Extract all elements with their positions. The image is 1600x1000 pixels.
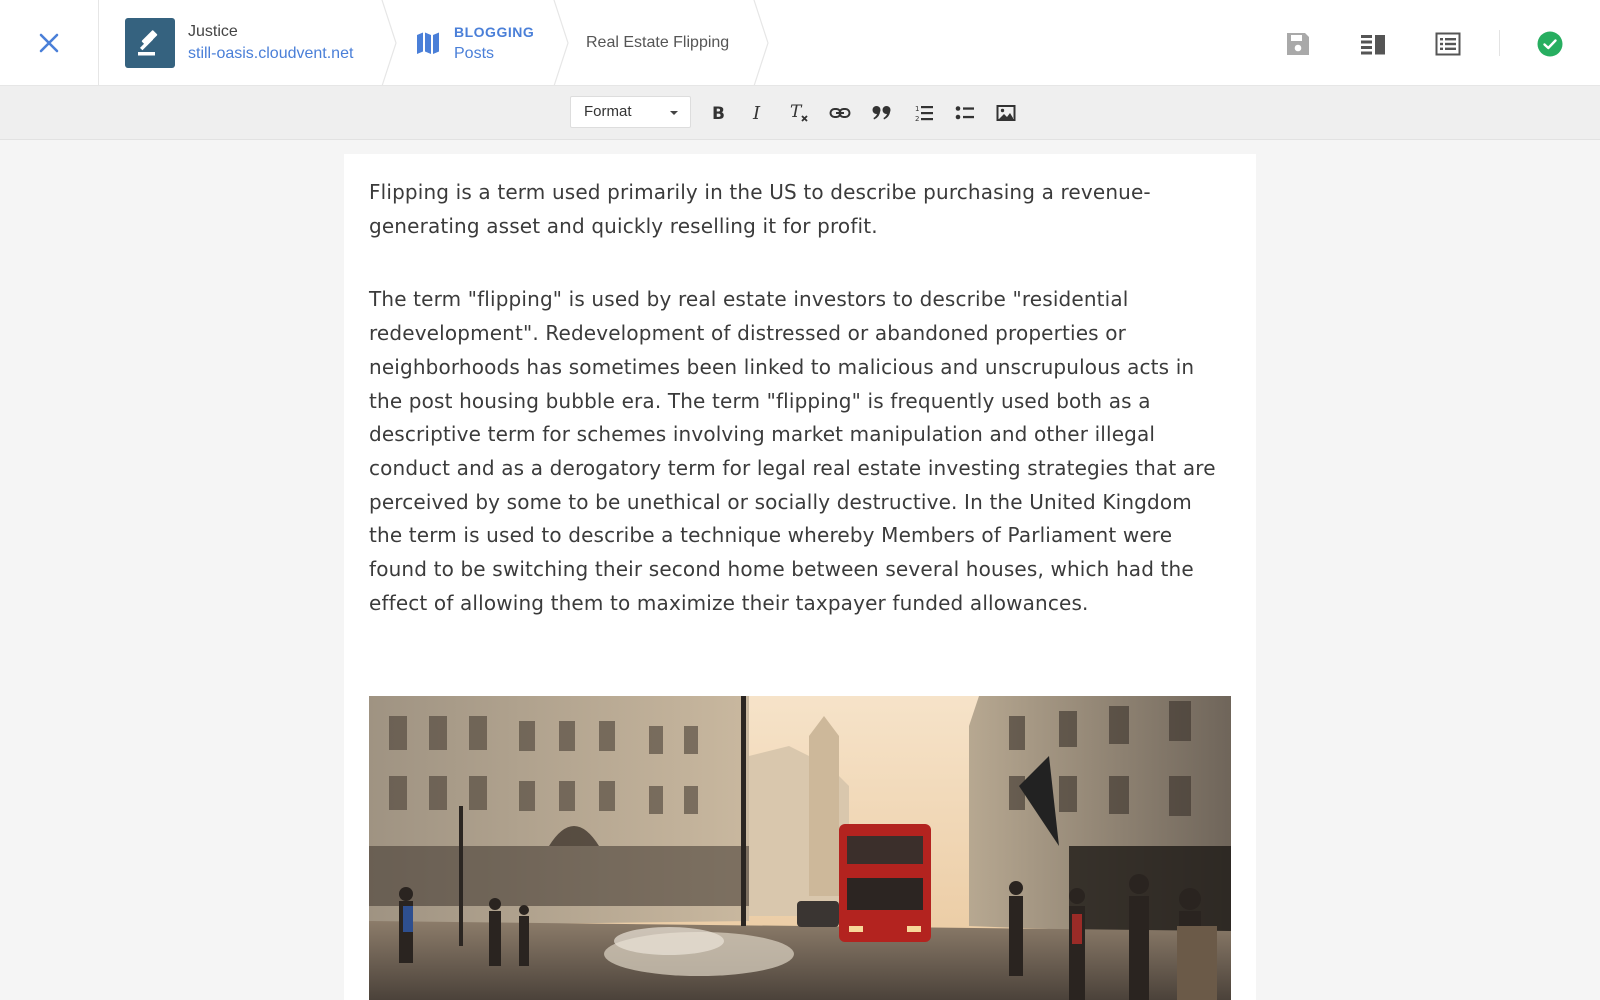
close-button[interactable] (0, 0, 99, 86)
image-icon (996, 105, 1016, 121)
split-view-icon (1361, 35, 1385, 55)
editor-canvas[interactable]: Flipping is a term used primarily in the… (344, 154, 1256, 1000)
caret-down-icon (670, 111, 678, 115)
section-name: Posts (454, 45, 495, 62)
unordered-list-icon (955, 106, 974, 120)
editor-toolbar: Format B I T 1 2 (0, 86, 1600, 140)
gavel-icon (138, 30, 158, 56)
italic-button[interactable]: I (742, 98, 774, 128)
london-street-photo (369, 696, 1231, 1000)
svg-text:B: B (712, 104, 725, 123)
save-icon (1287, 33, 1309, 55)
bold-icon: B (712, 104, 725, 123)
check-circle-icon (1537, 31, 1563, 57)
breadcrumb-site[interactable]: Justice still-oasis.cloudvent.net (99, 0, 353, 86)
embedded-image[interactable] (369, 696, 1231, 1000)
split-view-button[interactable] (1351, 22, 1395, 66)
image-button[interactable] (990, 98, 1022, 128)
section-category: BLOGGING (454, 24, 535, 40)
breadcrumb-section[interactable]: BLOGGING Posts (415, 0, 534, 86)
site-logo (125, 18, 175, 68)
site-url[interactable]: still-oasis.cloudvent.net (188, 43, 353, 65)
breadcrumb-separator (553, 0, 569, 86)
breadcrumb-separator (753, 0, 769, 86)
svg-text:I: I (752, 103, 761, 123)
post-body[interactable]: Flipping is a term used primarily in the… (369, 176, 1231, 660)
save-button[interactable] (1276, 22, 1320, 66)
breadcrumb-separator (381, 0, 397, 86)
document-title: Real Estate Flipping (586, 34, 730, 51)
format-dropdown-label: Format (584, 103, 632, 120)
map-icon (417, 32, 439, 54)
body-paragraph[interactable]: Flipping is a term used primarily in the… (369, 176, 1231, 243)
header-divider (1499, 30, 1500, 56)
status-indicator[interactable] (1528, 22, 1572, 66)
link-icon (829, 108, 851, 118)
svg-text:2: 2 (915, 115, 919, 123)
blockquote-button[interactable] (866, 98, 898, 128)
ordered-list-icon: 1 2 (915, 105, 933, 123)
close-icon (39, 33, 59, 53)
details-list-icon (1435, 32, 1461, 56)
svg-text:T: T (790, 102, 803, 122)
italic-icon: I (752, 103, 761, 123)
body-paragraph[interactable]: The term "flipping" is used by real esta… (369, 283, 1231, 620)
ordered-list-button[interactable]: 1 2 (908, 98, 940, 128)
site-name: Justice (188, 23, 238, 40)
format-dropdown[interactable]: Format (570, 96, 691, 128)
app-header: Justice still-oasis.cloudvent.net BLOGGI… (0, 0, 1600, 86)
clear-formatting-icon: T (790, 102, 808, 122)
unordered-list-button[interactable] (949, 98, 981, 128)
clear-formatting-button[interactable]: T (783, 98, 815, 128)
details-button[interactable] (1426, 22, 1470, 66)
quote-icon (872, 106, 891, 120)
link-button[interactable] (824, 98, 856, 128)
svg-text:1: 1 (915, 105, 919, 113)
bold-button[interactable]: B (702, 98, 734, 128)
